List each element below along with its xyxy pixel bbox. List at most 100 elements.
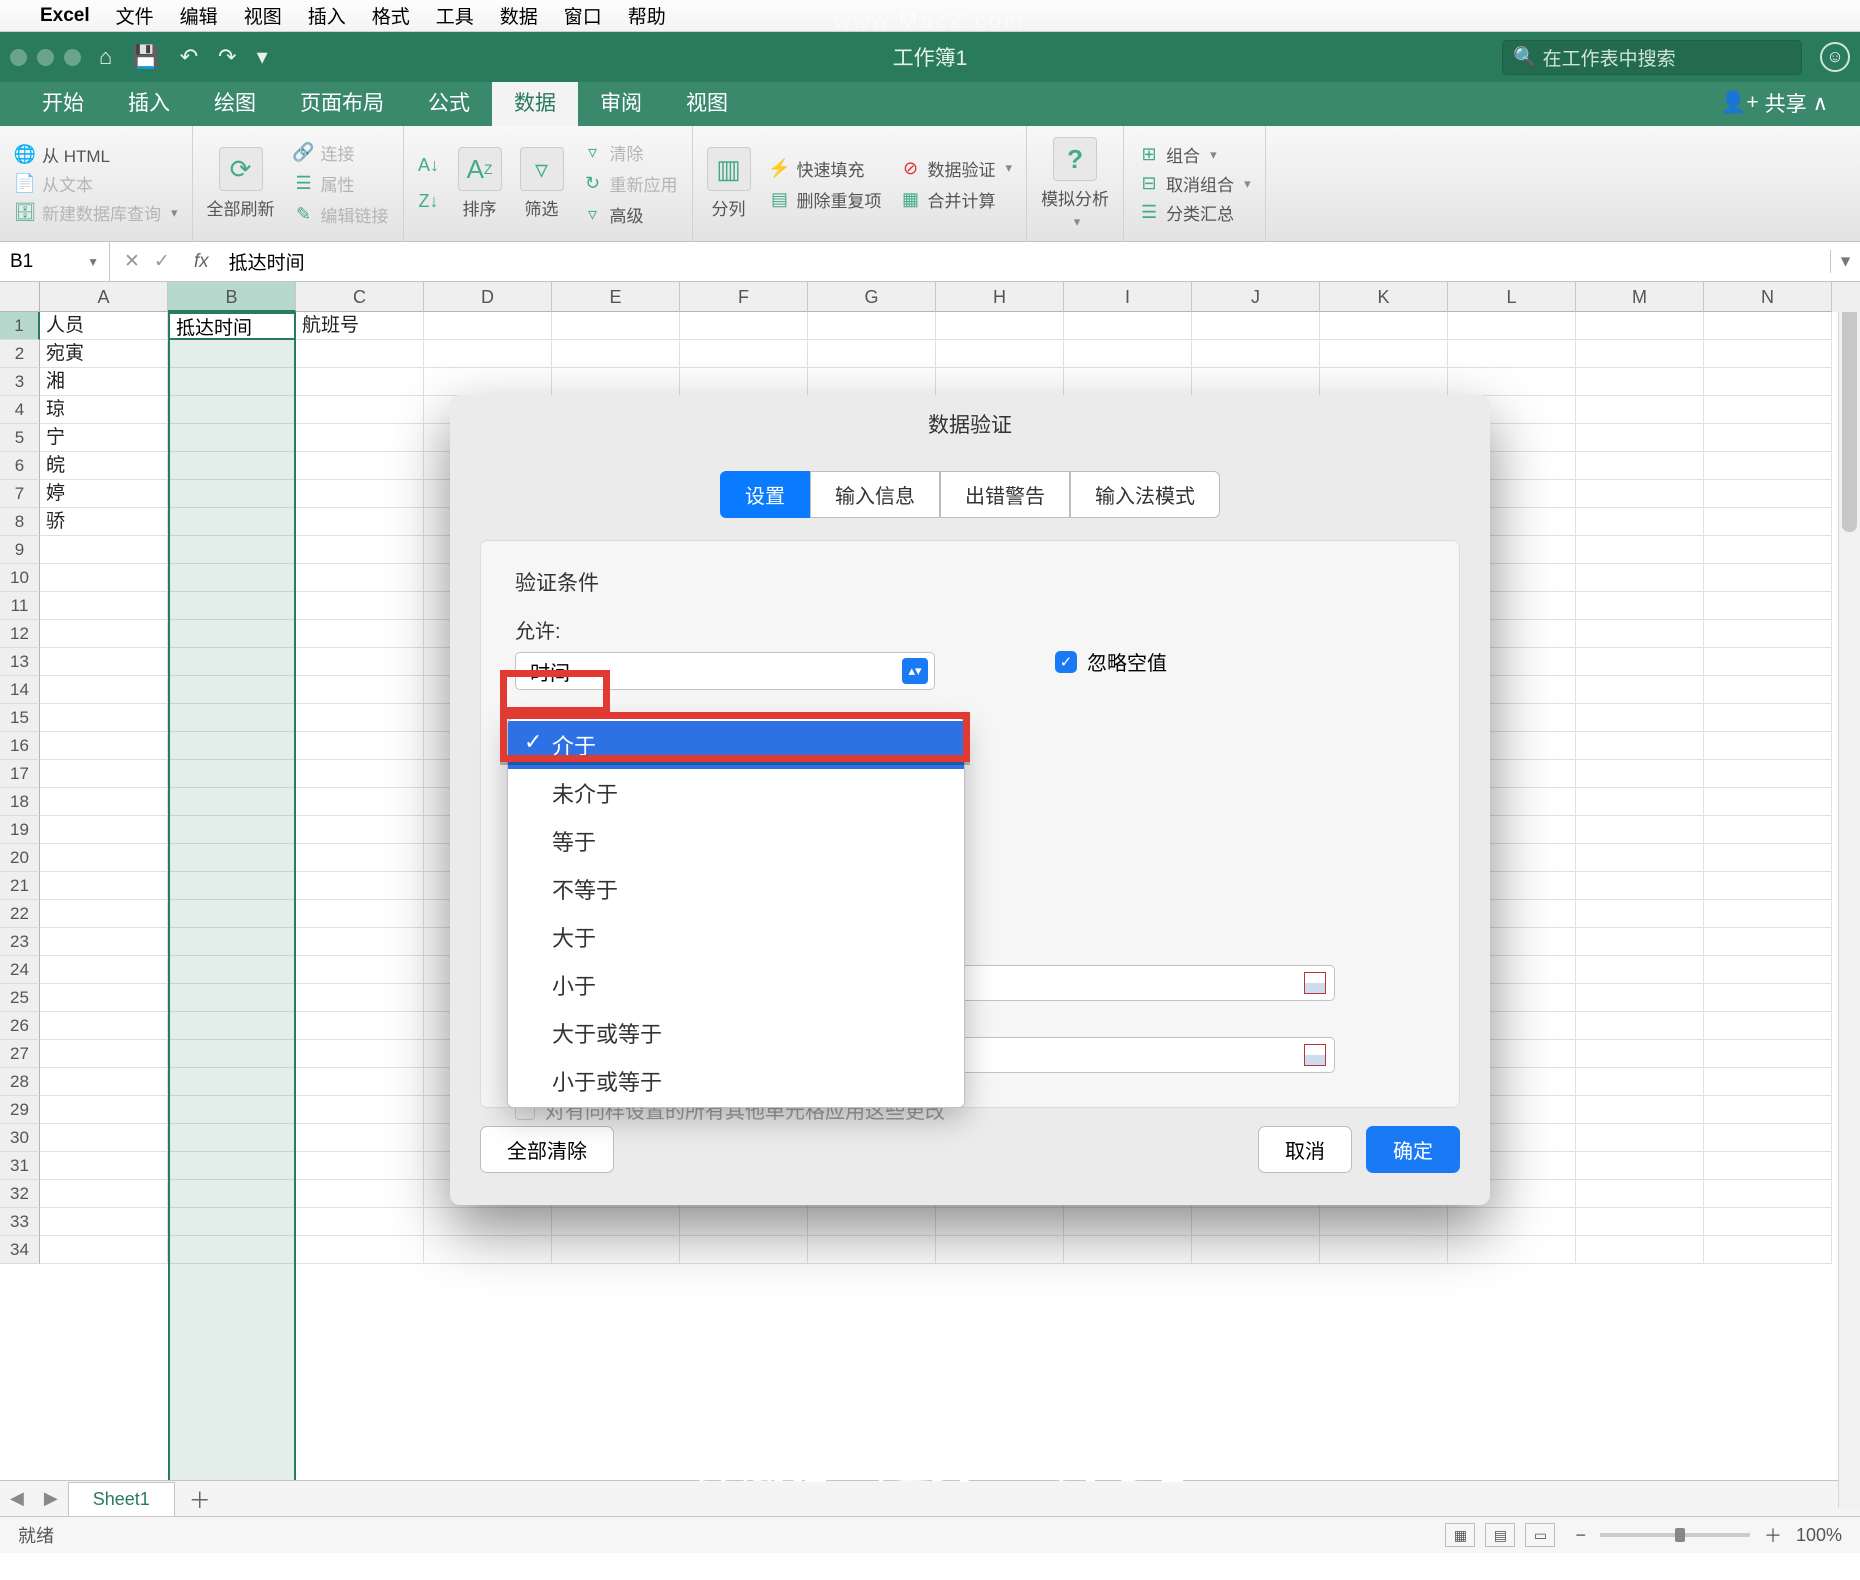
cell[interactable] (1576, 1236, 1704, 1264)
cell[interactable] (1704, 928, 1832, 956)
cell[interactable] (1448, 1236, 1576, 1264)
cell[interactable] (1576, 536, 1704, 564)
cell[interactable] (1320, 312, 1448, 340)
cell[interactable] (1704, 844, 1832, 872)
zoom-slider[interactable] (1600, 1533, 1750, 1537)
cell[interactable] (1576, 704, 1704, 732)
cell[interactable] (1576, 956, 1704, 984)
cell[interactable] (1704, 816, 1832, 844)
cell[interactable] (168, 620, 296, 648)
cell[interactable] (296, 704, 424, 732)
cell[interactable] (296, 480, 424, 508)
cell[interactable] (1320, 1208, 1448, 1236)
cell[interactable] (296, 1068, 424, 1096)
cell[interactable] (40, 900, 168, 928)
cell[interactable] (1576, 1096, 1704, 1124)
advanced-filter-button[interactable]: ▿高级 (582, 202, 678, 227)
cell[interactable] (1448, 368, 1576, 396)
menu-file[interactable]: 文件 (116, 2, 154, 29)
cell[interactable] (1576, 648, 1704, 676)
customize-qat-icon[interactable]: ▾ (257, 44, 268, 70)
range-picker-icon[interactable] (1304, 1044, 1326, 1066)
cell[interactable] (296, 816, 424, 844)
cell[interactable] (168, 1180, 296, 1208)
group-button[interactable]: ⊞组合 (1138, 142, 1251, 167)
feedback-icon[interactable]: ☺ (1820, 42, 1850, 72)
row-header[interactable]: 7 (0, 480, 40, 508)
refresh-all-button[interactable]: ⟳全部刷新 (207, 147, 275, 220)
share-button[interactable]: 👤+ 共享 ∧ (1706, 80, 1842, 126)
ungroup-button[interactable]: ⊟取消组合 (1138, 171, 1251, 196)
cell[interactable] (1576, 312, 1704, 340)
home-icon[interactable]: ⌂ (99, 44, 112, 70)
select-all-corner[interactable] (0, 282, 40, 312)
cell[interactable]: 人员 (40, 312, 168, 340)
page-break-view-icon[interactable]: ▭ (1525, 1523, 1555, 1547)
cell[interactable] (808, 312, 936, 340)
sort-asc-button[interactable]: A↓ (418, 155, 440, 177)
ok-button[interactable]: 确定 (1366, 1126, 1460, 1173)
cell[interactable] (1448, 1208, 1576, 1236)
cell[interactable] (1576, 788, 1704, 816)
cell[interactable] (40, 1068, 168, 1096)
cell[interactable] (296, 396, 424, 424)
cell[interactable] (1576, 592, 1704, 620)
cell[interactable] (296, 760, 424, 788)
cell[interactable] (1576, 1124, 1704, 1152)
cell[interactable] (1448, 340, 1576, 368)
cell[interactable] (1192, 1208, 1320, 1236)
cell[interactable] (424, 1208, 552, 1236)
dialog-tab-input-message[interactable]: 输入信息 (810, 471, 940, 518)
cell[interactable] (168, 788, 296, 816)
cell[interactable] (296, 984, 424, 1012)
cell[interactable] (168, 872, 296, 900)
row-header[interactable]: 26 (0, 1012, 40, 1040)
row-header[interactable]: 13 (0, 648, 40, 676)
cell[interactable] (1704, 704, 1832, 732)
add-sheet-icon[interactable]: ＋ (175, 1483, 225, 1515)
cell[interactable] (40, 788, 168, 816)
cell[interactable] (40, 1208, 168, 1236)
active-cell[interactable]: 抵达时间 (168, 312, 296, 340)
row-header[interactable]: 22 (0, 900, 40, 928)
row-header[interactable]: 17 (0, 760, 40, 788)
menu-help[interactable]: 帮助 (628, 2, 666, 29)
cell[interactable] (1064, 340, 1192, 368)
cell[interactable] (1704, 536, 1832, 564)
column-header[interactable]: J (1192, 282, 1320, 312)
cell[interactable] (40, 1124, 168, 1152)
undo-icon[interactable]: ↶ (180, 44, 198, 70)
cell[interactable] (1064, 312, 1192, 340)
cell[interactable] (1192, 312, 1320, 340)
cell[interactable] (1576, 1012, 1704, 1040)
prev-sheet-icon[interactable]: ◀ (0, 1488, 34, 1509)
cell[interactable] (1704, 1096, 1832, 1124)
cell[interactable] (1704, 1012, 1832, 1040)
dialog-tab-error-alert[interactable]: 出错警告 (940, 471, 1070, 518)
edit-links-button[interactable]: ✎编辑链接 (293, 202, 389, 227)
cell[interactable] (424, 1236, 552, 1264)
row-header[interactable]: 29 (0, 1096, 40, 1124)
cell[interactable] (40, 732, 168, 760)
name-box[interactable]: B1 ▼ (0, 242, 110, 281)
cell[interactable] (296, 1096, 424, 1124)
row-header[interactable]: 9 (0, 536, 40, 564)
cell[interactable] (1576, 368, 1704, 396)
cell[interactable] (168, 1012, 296, 1040)
cell[interactable] (168, 956, 296, 984)
cell[interactable] (1576, 900, 1704, 928)
dropdown-option[interactable]: 未介于 (508, 769, 964, 817)
cell[interactable] (168, 984, 296, 1012)
cell[interactable] (1064, 1208, 1192, 1236)
cell[interactable] (168, 480, 296, 508)
cell[interactable] (168, 564, 296, 592)
row-header[interactable]: 23 (0, 928, 40, 956)
cell[interactable] (1576, 816, 1704, 844)
cell[interactable] (1704, 984, 1832, 1012)
row-header[interactable]: 25 (0, 984, 40, 1012)
cell[interactable] (1704, 872, 1832, 900)
cell[interactable] (40, 872, 168, 900)
cell[interactable] (168, 424, 296, 452)
consolidate-button[interactable]: ▦合并计算 (900, 187, 1013, 212)
cell[interactable] (1704, 1152, 1832, 1180)
